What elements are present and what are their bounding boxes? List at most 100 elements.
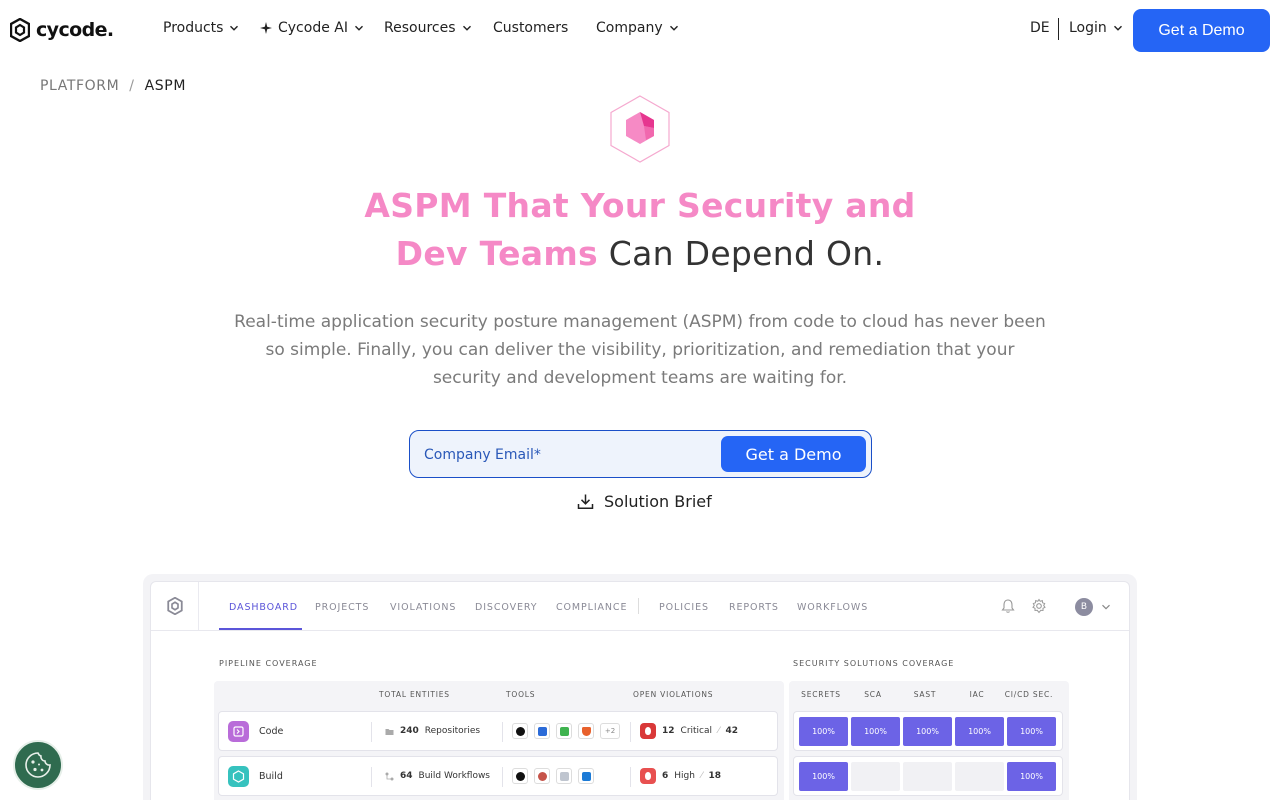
nav-cycode-ai-label: Cycode AI (278, 20, 348, 36)
hero-title-line1: ASPM That Your Security and (364, 186, 916, 225)
violations-total: 18 (708, 771, 721, 781)
code-stage-icon (228, 721, 249, 742)
open-violations: 12 Critical ⁄ 42 (640, 723, 738, 739)
azure-pipelines-icon (578, 768, 594, 784)
row-divider (371, 722, 372, 742)
breadcrumb-platform[interactable]: PLATFORM (40, 78, 119, 94)
hexagon-cube-icon (610, 95, 670, 163)
top-navigation: cycode. Products Cycode AI Resources Cus… (0, 0, 1280, 60)
nav-customers[interactable]: Customers (493, 20, 568, 36)
pipeline-row-code: Code 240 Repositories +2 12 Critical ⁄ 4… (218, 711, 778, 751)
build-stage-icon (228, 766, 249, 787)
workflow-icon (385, 772, 394, 780)
solution-brief-link[interactable]: Solution Brief (577, 492, 712, 511)
folder-icon (385, 728, 394, 735)
nav-products-label: Products (163, 20, 224, 36)
cycode-logo[interactable]: cycode. (10, 18, 114, 42)
shield-tool-icon (534, 723, 550, 739)
row-entities: 240 Repositories (385, 726, 480, 736)
entities-count: 240 (400, 726, 419, 736)
dash-tab-reports: REPORTS (729, 602, 779, 613)
dash-header-divider (151, 630, 1129, 631)
cov-col-sca: SCA (864, 690, 882, 699)
dashboard-logo (151, 582, 199, 630)
violations-divider: ⁄ (700, 771, 703, 781)
sparkle-icon (260, 22, 272, 34)
dash-tab-policies: POLICIES (659, 602, 709, 613)
nav-divider (1058, 18, 1059, 40)
chevron-down-icon (669, 25, 678, 31)
demo-signup-form: Get a Demo (409, 430, 872, 478)
coverage-cell-empty (851, 762, 900, 791)
coverage-cell: 100% (851, 717, 900, 746)
row-divider (630, 767, 631, 787)
coverage-row-build: 100% 100% (793, 756, 1063, 796)
login-label: Login (1069, 20, 1107, 36)
bitbucket-icon (556, 768, 572, 784)
row-divider (502, 767, 503, 787)
cookie-icon (25, 752, 51, 778)
flame-icon (640, 723, 656, 739)
dash-tab-compliance: COMPLIANCE (556, 602, 628, 613)
violations-count: 6 (662, 771, 669, 781)
nav-resources-label: Resources (384, 20, 456, 36)
cov-col-cicd: CI/CD SEC. (1004, 690, 1054, 699)
nav-company-label: Company (596, 20, 663, 36)
violations-total: 42 (725, 726, 739, 736)
github-icon (512, 723, 528, 739)
pipeline-coverage-title: PIPELINE COVERAGE (219, 659, 318, 668)
nav-customers-label: Customers (493, 20, 569, 36)
breadcrumb-separator: / (129, 78, 135, 94)
coverage-row-code: 100% 100% 100% 100% 100% (793, 711, 1063, 751)
chevron-down-icon (354, 25, 363, 31)
circleci-icon (512, 768, 528, 784)
coverage-cell: 100% (1007, 762, 1056, 791)
download-icon (577, 494, 594, 509)
chevron-down-icon (230, 25, 239, 31)
col-total-entities: TOTAL ENTITIES (379, 690, 450, 699)
row-divider (371, 767, 372, 787)
cov-col-iac: IAC (969, 690, 985, 699)
breadcrumb: PLATFORM / ASPM (40, 78, 186, 94)
gitlab-icon (578, 723, 594, 739)
coverage-cell: 100% (1007, 717, 1056, 746)
coverage-cell: 100% (955, 717, 1004, 746)
violations-level: Critical (680, 726, 713, 736)
get-demo-form-button[interactable]: Get a Demo (721, 436, 866, 472)
entities-label: Build Workflows (418, 771, 490, 781)
login-menu[interactable]: Login (1069, 20, 1123, 36)
coverage-cell-empty (903, 762, 952, 791)
dash-tab-projects: PROJECTS (315, 602, 370, 613)
row-divider (502, 722, 503, 742)
nav-products[interactable]: Products (163, 20, 239, 36)
col-open-violations: OPEN VIOLATIONS (633, 690, 714, 699)
get-demo-button[interactable]: Get a Demo (1133, 9, 1270, 52)
cov-col-secrets: SECRETS (801, 690, 841, 699)
cov-col-sast: SAST (913, 690, 937, 699)
chevron-down-icon (1102, 604, 1110, 610)
nav-cycode-ai[interactable]: Cycode AI (260, 20, 364, 36)
cycode-logo-mark-icon (166, 597, 183, 615)
gear-icon (1032, 598, 1046, 614)
coverage-cell-empty (955, 762, 1004, 791)
company-email-input[interactable] (424, 443, 714, 467)
nav-resources[interactable]: Resources (384, 20, 472, 36)
hero-subtitle: Real-time application security posture m… (234, 312, 1046, 388)
cookie-settings-button[interactable] (13, 740, 63, 790)
row-name: Code (259, 726, 284, 737)
chevron-down-icon (1113, 25, 1122, 31)
language-switch[interactable]: DE (1030, 20, 1050, 36)
dash-tab-divider (638, 598, 639, 614)
nav-company[interactable]: Company (596, 20, 679, 36)
col-tools: TOOLS (506, 690, 536, 699)
solution-brief-label: Solution Brief (604, 492, 712, 511)
bell-icon (1001, 599, 1015, 613)
security-coverage-title: SECURITY SOLUTIONS COVERAGE (793, 659, 955, 668)
coverage-cell: 100% (799, 762, 848, 791)
coverage-cell: 100% (903, 717, 952, 746)
open-violations: 6 High ⁄ 18 (640, 768, 721, 784)
dash-tab-dashboard: DASHBOARD (229, 602, 298, 613)
dashboard-preview: DASHBOARD PROJECTS VIOLATIONS DISCOVERY … (150, 581, 1130, 800)
cycode-logo-mark-icon (10, 18, 30, 42)
coverage-cell: 100% (799, 717, 848, 746)
